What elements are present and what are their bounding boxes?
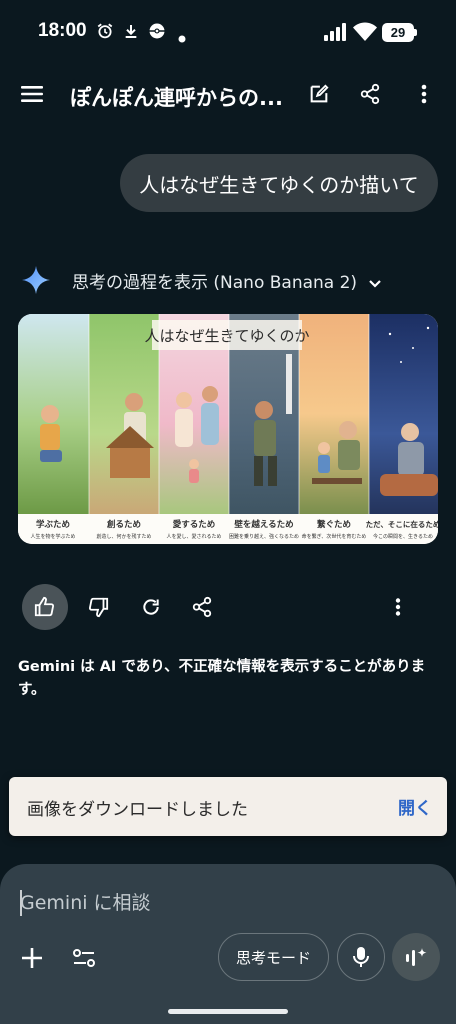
- panel-subcaption: 困難を乗り越え、強くなるため: [229, 533, 299, 540]
- thumb-up-icon[interactable]: [22, 584, 68, 630]
- status-bar: 18:00 29: [0, 0, 456, 64]
- signal-icon: [324, 23, 346, 45]
- tools-icon[interactable]: [66, 940, 102, 976]
- gemini-sparkle-icon: [22, 266, 50, 298]
- panel-subcaption: 命を繋ぎ、次世代を育むため: [302, 533, 367, 540]
- image-title: 人はなぜ生きてゆくのか: [144, 327, 309, 345]
- menu-icon[interactable]: [14, 76, 50, 112]
- plus-icon[interactable]: [14, 940, 50, 976]
- snackbar-message: 画像をダウンロードしました: [27, 800, 248, 820]
- panel-caption: 壁を越えるため: [234, 519, 293, 530]
- panel-caption: 繋ぐため: [317, 519, 351, 530]
- chat-title[interactable]: ぽんぽん連呼からの...: [70, 82, 290, 112]
- thumb-down-icon[interactable]: [80, 589, 116, 625]
- panel-caption: ただ、そこに在るため: [366, 519, 438, 529]
- download-icon: [123, 22, 139, 44]
- dot-icon: [178, 28, 186, 47]
- panel-subcaption: 人を愛し、愛されるため: [166, 533, 221, 540]
- panel-subcaption: 人生を物を学ぶため: [30, 533, 75, 540]
- app-bar: ぽんぽん連呼からの...: [0, 70, 456, 122]
- battery-icon: 29: [382, 23, 414, 42]
- figure-child-learning: [40, 405, 62, 462]
- text-caret: [20, 890, 22, 916]
- wifi-icon: [353, 22, 377, 45]
- live-icon[interactable]: [392, 933, 440, 981]
- panel-subcaption: 創造し、何かを残すため: [96, 533, 151, 540]
- panel-subcaption: 今この瞬間を、生きるため: [373, 533, 433, 540]
- download-snackbar: 画像をダウンロードしました 開く: [9, 777, 447, 836]
- more-vert-icon[interactable]: [380, 589, 416, 625]
- panel-caption: 創るため: [106, 519, 141, 530]
- mic-icon[interactable]: [337, 933, 385, 981]
- show-thinking-toggle[interactable]: 思考の過程を表示 (Nano Banana 2): [20, 264, 440, 298]
- refresh-icon[interactable]: [133, 589, 169, 625]
- edit-icon[interactable]: [301, 76, 337, 112]
- home-indicator[interactable]: [168, 1009, 288, 1014]
- thinking-label: 思考の過程を表示 (Nano Banana 2): [72, 273, 358, 293]
- share-icon[interactable]: [184, 589, 220, 625]
- alarm-icon: [96, 22, 114, 44]
- chevron-down-icon: [368, 274, 382, 293]
- status-time: 18:00: [38, 20, 87, 41]
- battery-tip: [414, 29, 417, 36]
- generated-illustration: 人はなぜ生きてゆくのか 学ぶため 人生を物を学ぶため 創るため 創造し、何かを残…: [18, 314, 438, 544]
- share-icon[interactable]: [352, 76, 388, 112]
- generated-image[interactable]: 人はなぜ生きてゆくのか 学ぶため 人生を物を学ぶため 創るため 創造し、何かを残…: [18, 314, 438, 544]
- ai-disclaimer: Gemini は AI であり、不正確な情報を表示することがあります。: [18, 659, 426, 698]
- panel-caption: 愛するため: [173, 519, 216, 530]
- thinking-mode-button[interactable]: 思考モード: [218, 933, 329, 981]
- prompt-input[interactable]: [20, 886, 400, 920]
- user-prompt-bubble[interactable]: 人はなぜ生きてゆくのか描いて: [120, 154, 438, 212]
- response-actions: [20, 584, 440, 630]
- composer: 思考モード: [0, 864, 456, 1024]
- pokeball-icon: [148, 22, 166, 44]
- snackbar-open-button[interactable]: 開く: [398, 794, 432, 819]
- panel-caption: 学ぶため: [36, 519, 70, 530]
- more-vert-icon[interactable]: [406, 76, 442, 112]
